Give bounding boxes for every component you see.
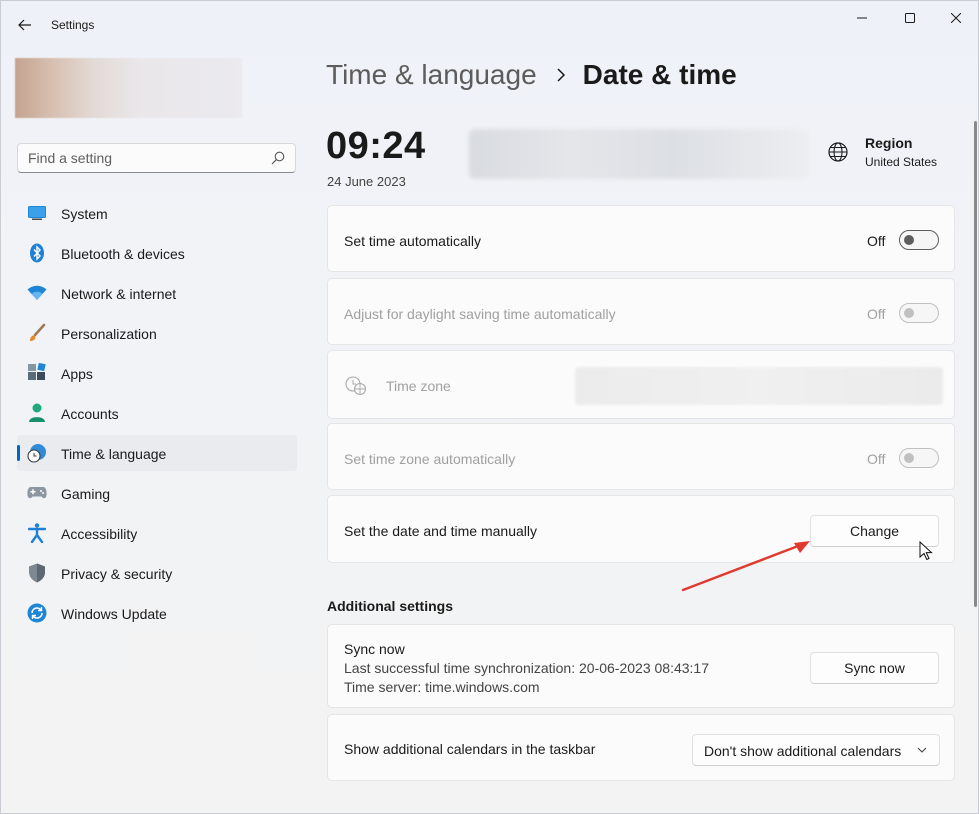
sidebar-item-label: Time & language	[61, 446, 167, 462]
sidebar-nav: System Bluetooth & devices Network & int…	[17, 195, 297, 635]
maximize-icon	[905, 13, 915, 23]
region-value: United States	[865, 155, 938, 169]
current-time: 09:24	[326, 125, 426, 167]
section-title: Additional settings	[327, 598, 453, 614]
setting-label: Set time zone automatically	[344, 451, 516, 467]
settings-window: Settings System Bluetooth & devices	[0, 0, 979, 814]
sidebar-item-apps[interactable]: Apps	[17, 355, 297, 391]
profile-image[interactable]	[15, 58, 242, 118]
gamepad-icon	[27, 484, 47, 502]
chevron-down-icon	[917, 747, 927, 753]
app-title: Settings	[51, 18, 95, 32]
sidebar-item-label: Windows Update	[61, 606, 167, 622]
set-time-zone-automatically-card: Set time zone automatically Off	[327, 423, 955, 490]
breadcrumb: Time & language Date & time	[326, 59, 737, 91]
set-date-time-manually-card: Set the date and time manually Change	[327, 495, 955, 563]
sidebar-item-windows-update[interactable]: Windows Update	[17, 595, 297, 631]
search-icon[interactable]	[271, 151, 285, 165]
sidebar-item-label: Network & internet	[61, 286, 177, 302]
sidebar-item-time-language[interactable]: Time & language	[17, 435, 297, 471]
sidebar-item-label: System	[61, 206, 108, 222]
mouse-cursor-icon	[919, 541, 933, 561]
shield-icon	[27, 563, 47, 583]
bluetooth-icon	[27, 243, 47, 263]
daylight-saving-card: Adjust for daylight saving time automati…	[327, 278, 955, 345]
time-zone-dropdown[interactable]	[575, 367, 943, 405]
set-time-zone-automatically-toggle[interactable]	[899, 448, 939, 468]
wifi-icon	[27, 284, 47, 302]
sync-now-card: Sync now Last successful time synchroniz…	[327, 624, 955, 708]
setting-label: Show additional calendars in the taskbar	[344, 741, 596, 757]
time-zone-icon	[345, 376, 367, 396]
setting-label: Set time automatically	[344, 233, 481, 249]
back-button[interactable]	[11, 11, 39, 39]
accessibility-icon	[27, 523, 47, 543]
sidebar-item-label: Apps	[61, 366, 93, 382]
sidebar-item-network[interactable]: Network & internet	[17, 275, 297, 311]
toggle-knob	[904, 235, 914, 245]
toggle-knob	[904, 453, 914, 463]
sidebar-item-accounts[interactable]: Accounts	[17, 395, 297, 431]
close-button[interactable]	[933, 5, 979, 31]
sidebar-item-label: Accounts	[61, 406, 119, 422]
sync-title: Sync now	[344, 641, 405, 657]
toggle-state-text: Off	[867, 306, 886, 322]
set-time-automatically-toggle[interactable]	[899, 230, 939, 250]
title-bar: Settings	[1, 1, 978, 49]
monitor-icon	[27, 204, 47, 222]
additional-calendars-dropdown[interactable]: Don't show additional calendars	[692, 734, 940, 766]
current-date: 24 June 2023	[327, 174, 406, 189]
minimize-button[interactable]	[839, 5, 885, 31]
sidebar-item-gaming[interactable]: Gaming	[17, 475, 297, 511]
person-icon	[27, 403, 47, 422]
set-time-automatically-card: Set time automatically Off	[327, 205, 955, 272]
globe-icon	[828, 142, 848, 162]
apps-icon	[27, 363, 47, 382]
chevron-right-icon	[557, 68, 565, 82]
toggle-state-text: Off	[867, 451, 886, 467]
update-icon	[27, 603, 47, 623]
setting-label: Adjust for daylight saving time automati…	[344, 306, 616, 322]
last-sync-text: Last successful time synchronization: 20…	[344, 660, 709, 676]
time-server-text: Time server: time.windows.com	[344, 679, 540, 695]
back-arrow-icon	[18, 19, 31, 31]
sidebar-item-label: Personalization	[61, 326, 157, 342]
sidebar-item-privacy[interactable]: Privacy & security	[17, 555, 297, 591]
sync-now-button[interactable]: Sync now	[810, 652, 939, 684]
sidebar-item-label: Privacy & security	[61, 566, 173, 582]
sidebar-item-personalization[interactable]: Personalization	[17, 315, 297, 351]
sidebar-item-label: Bluetooth & devices	[61, 246, 185, 262]
daylight-saving-toggle[interactable]	[899, 303, 939, 323]
blurred-banner	[469, 129, 809, 179]
setting-label: Time zone	[386, 378, 451, 394]
search-box	[17, 143, 296, 173]
sidebar-item-accessibility[interactable]: Accessibility	[17, 515, 297, 551]
page-title: Date & time	[582, 59, 737, 90]
region-title: Region	[865, 135, 913, 151]
annotation-arrow-icon	[681, 541, 810, 592]
scrollbar[interactable]	[974, 121, 977, 607]
search-input[interactable]	[18, 144, 258, 172]
sidebar-item-label: Accessibility	[61, 526, 138, 542]
time-zone-card: Time zone	[327, 350, 955, 419]
sidebar-item-label: Gaming	[61, 486, 111, 502]
sidebar-item-bluetooth[interactable]: Bluetooth & devices	[17, 235, 297, 271]
minimize-icon	[857, 17, 867, 19]
breadcrumb-parent[interactable]: Time & language	[326, 59, 537, 91]
toggle-state-text: Off	[867, 233, 886, 249]
clock-globe-icon	[27, 444, 47, 463]
maximize-button[interactable]	[887, 5, 933, 31]
paintbrush-icon	[27, 323, 47, 342]
sidebar-item-system[interactable]: System	[17, 195, 297, 231]
close-icon	[951, 13, 961, 23]
dropdown-selected-value: Don't show additional calendars	[704, 743, 902, 759]
setting-label: Set the date and time manually	[344, 523, 538, 539]
additional-calendars-card: Show additional calendars in the taskbar…	[327, 714, 955, 781]
toggle-knob	[904, 308, 914, 318]
